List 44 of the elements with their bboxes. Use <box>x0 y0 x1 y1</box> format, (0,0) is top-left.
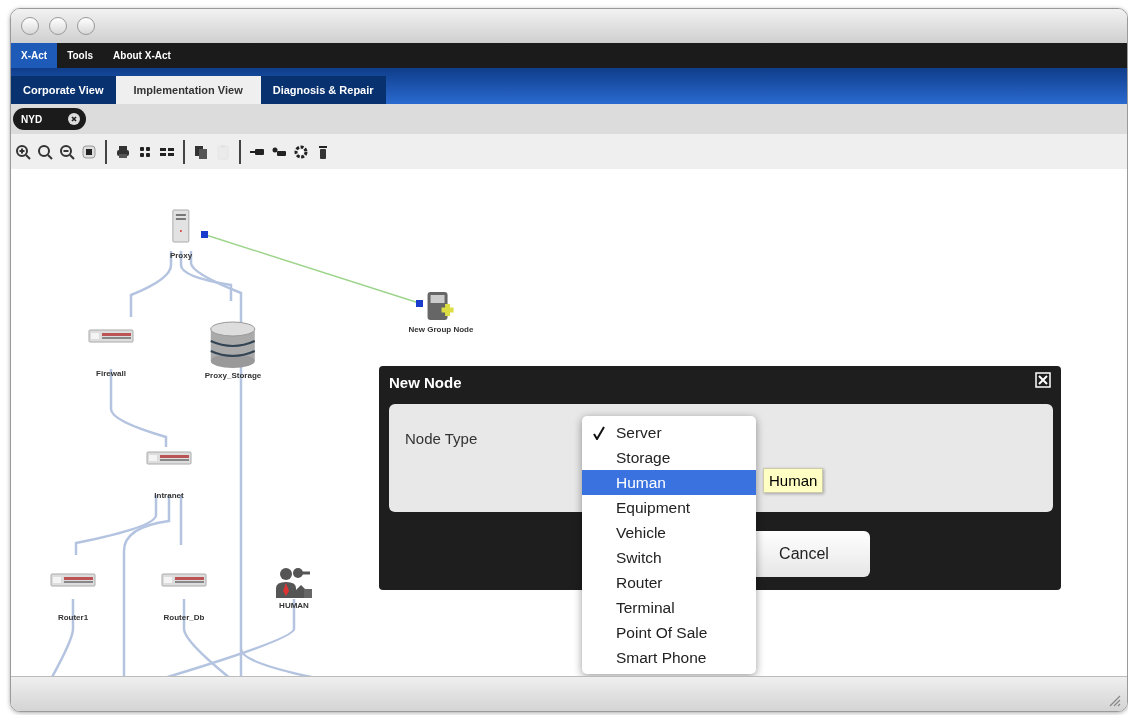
dropdown-option[interactable]: Human <box>582 470 756 495</box>
network-switch-icon <box>146 451 192 465</box>
node-label: Firewall <box>96 369 126 378</box>
tab[interactable]: Corporate View <box>11 76 116 104</box>
dropdown-option[interactable]: Point Of Sale <box>582 620 756 645</box>
menu-item[interactable]: X-Act <box>11 43 58 68</box>
node-label: Router1 <box>57 613 89 622</box>
node-label: New Group Node <box>408 325 474 334</box>
resize-grip-icon[interactable] <box>1107 693 1121 707</box>
database-icon <box>209 321 257 369</box>
dropdown-option[interactable]: Storage <box>582 445 756 470</box>
copy-icon[interactable] <box>193 143 209 160</box>
device-add-icon <box>427 291 455 323</box>
menu-item[interactable]: About X-Act <box>103 43 181 68</box>
filter-chip[interactable]: NYD <box>13 108 87 130</box>
close-icon[interactable] <box>1035 372 1051 388</box>
menu-item[interactable]: Tools <box>57 43 104 68</box>
tooltip: Human <box>763 468 824 493</box>
node-label: Proxy_Storage <box>204 371 262 380</box>
square-icon[interactable] <box>81 143 97 160</box>
server-tower-icon <box>172 209 190 243</box>
printer-icon[interactable] <box>115 143 131 160</box>
node-label: HUMAN <box>279 601 309 610</box>
people-icon <box>274 567 314 599</box>
close-icon[interactable] <box>68 113 81 125</box>
dropdown-option[interactable]: Server <box>582 420 756 445</box>
filter-label: NYD <box>21 113 43 125</box>
zoom-in-icon[interactable] <box>15 143 31 160</box>
dropdown-option[interactable]: Smart Phone <box>582 645 756 670</box>
tab[interactable]: Implementation View <box>115 76 261 104</box>
tab[interactable]: Diagnosis & Repair <box>260 76 386 104</box>
dropdown-option[interactable]: Equipment <box>582 495 756 520</box>
network-switch-icon <box>88 329 134 343</box>
node-label: Intranet <box>154 491 184 500</box>
dialog-title: New Node <box>389 374 462 391</box>
dropdown-option[interactable]: Terminal <box>582 595 756 620</box>
network-switch-icon <box>50 573 96 587</box>
zoom-out-icon[interactable] <box>59 143 75 160</box>
settings-icon[interactable] <box>293 143 309 160</box>
field-label: Node Type <box>405 430 478 447</box>
search-icon[interactable] <box>37 143 53 160</box>
node-label: Proxy <box>169 251 193 260</box>
node-label: Router_Db <box>163 613 205 622</box>
network-switch-icon <box>161 573 207 587</box>
